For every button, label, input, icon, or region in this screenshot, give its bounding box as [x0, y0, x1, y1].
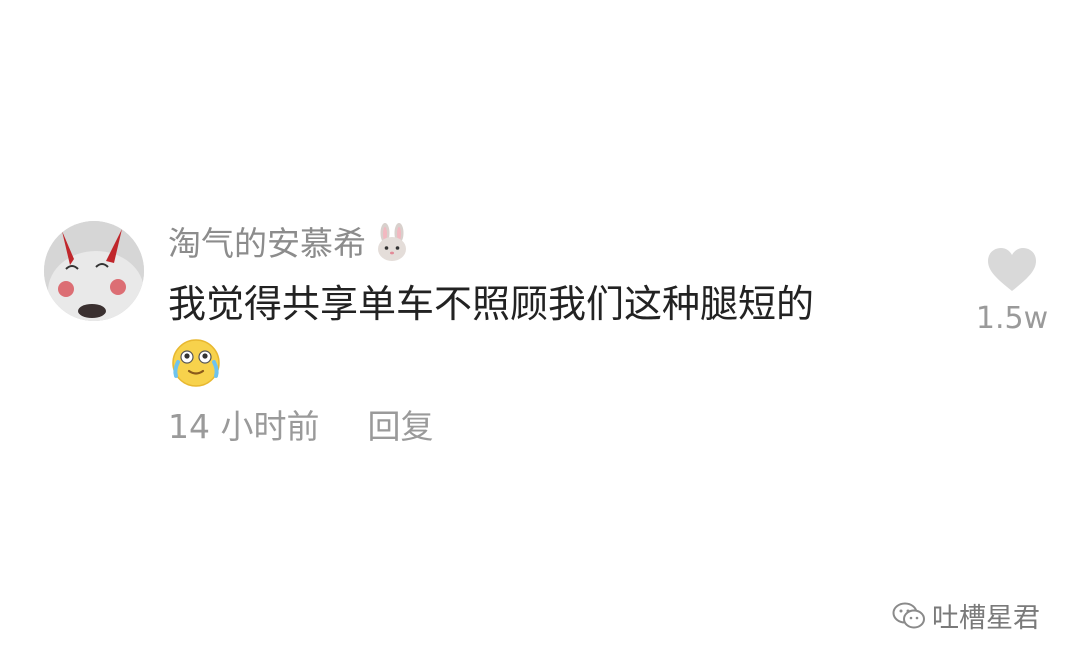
username-text[interactable]: 淘气的安慕希: [168, 224, 366, 263]
like-count: 1.5w: [975, 301, 1049, 336]
heart-icon[interactable]: [987, 247, 1037, 293]
watermark: 吐槽星君: [892, 596, 1040, 635]
wechat-icon: [892, 602, 925, 628]
like-button[interactable]: 1.5w: [972, 247, 1052, 337]
bunny-avatar-image: [44, 221, 144, 321]
comment-username[interactable]: 淘气的安慕希: [168, 222, 412, 266]
crying-laughing-face-icon: [170, 336, 222, 388]
rabbit-face-icon: [372, 222, 412, 263]
comment-text: 我觉得共享单车不照顾我们这种腿短的: [168, 282, 815, 326]
reply-button[interactable]: 回复: [367, 407, 433, 446]
comment-meta: 14 小时前 回复: [168, 404, 433, 450]
avatar[interactable]: [44, 221, 144, 321]
comment-time: 14 小时前: [168, 407, 320, 446]
watermark-text: 吐槽星君: [932, 603, 1040, 634]
